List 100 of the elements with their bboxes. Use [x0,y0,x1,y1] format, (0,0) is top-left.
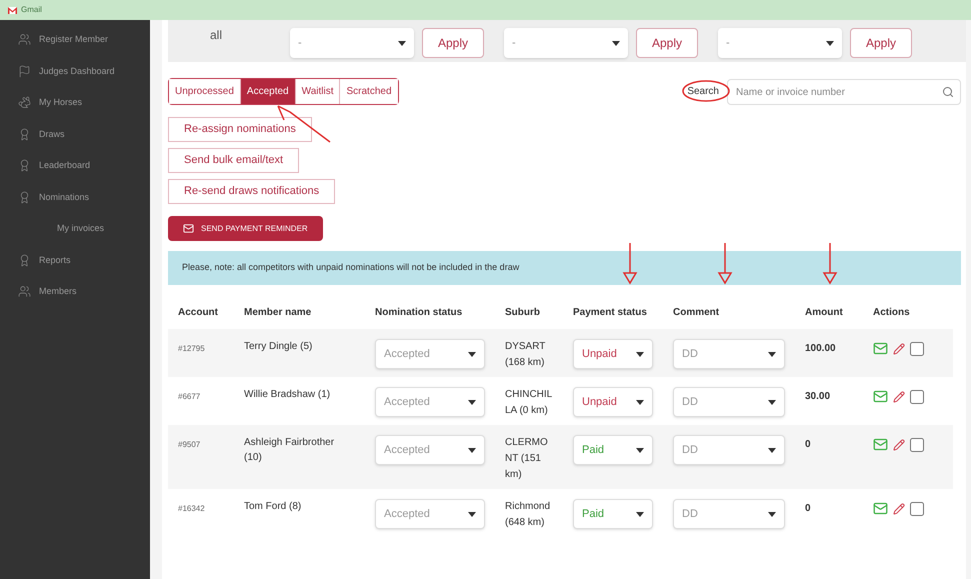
table-cell-text: DYSART (168 km) [505,340,546,370]
comment-select[interactable]: DD [673,387,785,417]
comment-select[interactable]: DD [673,339,785,369]
notice-banner: Please, note: all competitors with unpaid nominations will not be included in the draw [168,251,961,285]
edit-icon[interactable] [893,438,905,450]
search-field[interactable]: Name or invoice number [727,79,961,105]
sidebar-item[interactable]: Draws [0,118,150,150]
filter-select[interactable]: - [504,28,628,58]
sidebar-icon [18,254,31,267]
sidebar-icon [18,190,31,204]
table-cell-text: Tom Ford (8) [244,500,302,514]
sidebar-icon [18,159,31,172]
comment-select[interactable]: DD [673,499,785,529]
row-checkbox[interactable] [910,342,924,356]
nomination-select[interactable]: Accepted [375,339,485,369]
caret-icon [468,352,476,356]
column-header: Suburb [495,295,563,329]
caret-icon [826,40,834,46]
payment-select[interactable]: Paid [573,435,653,465]
send-mail-icon[interactable] [873,389,888,404]
sidebar-icon [18,64,31,78]
caret-icon [636,352,644,356]
nomination-select[interactable]: Accepted [375,435,485,465]
bookmark-link[interactable]: Gmail [8,4,42,16]
annotation-arrow [717,243,733,285]
action-button[interactable]: Re-assign nominations [168,117,312,142]
edit-icon[interactable] [893,502,905,514]
caret-icon [768,512,776,516]
table-cell: 30.00 [805,391,830,402]
row-checkbox[interactable] [910,390,924,404]
comment-select[interactable]: DD [673,435,785,465]
row-checkbox[interactable] [910,438,924,452]
sidebar-item[interactable]: Members [0,276,150,308]
action-button[interactable]: Re-send draws notifications [168,179,336,204]
table-cell: 0 [805,503,811,514]
caret-icon [636,512,644,516]
send-mail-icon[interactable] [873,341,888,356]
edit-icon[interactable] [893,342,905,354]
annotation-arrow [622,243,638,285]
column-header: Member name [234,295,365,329]
mail-icon [183,223,194,234]
sidebar-item[interactable]: Leaderboard [0,150,150,182]
send-reminder-button[interactable]: SEND PAYMENT REMINDER [168,216,323,241]
apply-button[interactable]: Apply [850,28,912,58]
table-cell-text: Richmond (648 km) [505,500,552,530]
table-cell: 100.00 [805,343,836,354]
caret-icon [612,40,620,46]
row-checkbox[interactable] [910,502,924,516]
sidebar-item[interactable]: Judges Dashboard [0,56,150,87]
nomination-select[interactable]: Accepted [375,499,485,529]
annotation-circle [681,79,731,103]
filter-select[interactable]: - [290,28,414,58]
table-cell: #6677 [178,392,200,401]
edit-icon[interactable] [893,390,905,402]
caret-icon [768,352,776,356]
sidebar-item[interactable]: Reports [0,244,150,276]
table-cell-text: Terry Dingle (5) [244,340,314,354]
send-mail-icon[interactable] [873,501,888,516]
caret-icon [468,512,476,516]
apply-button[interactable]: Apply [636,28,698,58]
payment-select[interactable]: Paid [573,499,653,529]
sidebar-item[interactable]: Nominations [0,182,150,213]
filter-select[interactable]: - [718,28,842,58]
caret-icon [636,400,644,404]
column-header: Actions [863,295,953,329]
nomination-select[interactable]: Accepted [375,387,485,417]
table-cell-text: Ashleigh Fairbrother (10) [244,436,336,465]
sidebar-item[interactable]: Register Member [0,24,150,56]
caret-icon [468,448,476,452]
table-cell: #16342 [178,504,205,513]
table-cell-text: Willie Bradshaw (1) [244,388,332,402]
table-cell: 0 [805,439,811,450]
column-header: Account [168,295,234,329]
column-header: Payment status [563,295,663,329]
sidebar-icon [18,96,31,110]
mail-icon [8,6,17,14]
table-cell: #12795 [178,344,205,353]
apply-button[interactable]: Apply [422,28,484,58]
annotation-arrow [822,243,838,285]
search-icon [942,86,954,98]
send-mail-icon[interactable] [873,437,888,452]
table-cell-text: CLERMONT (151 km) [505,436,549,482]
status-tab[interactable]: Unprocessed [169,79,241,104]
sidebar-subitem[interactable]: My invoices [0,213,150,244]
column-header: Nomination status [365,295,495,329]
sidebar-icon [18,128,31,141]
payment-select[interactable]: Unpaid [573,387,653,417]
sidebar-icon [18,33,31,46]
caret-icon [768,400,776,404]
column-header: Comment [663,295,795,329]
table-cell: #9507 [178,440,200,449]
action-button[interactable]: Send bulk email/text [168,148,300,173]
table-cell-text: CHINCHILLA (0 km) [505,388,553,418]
sidebar-icon [18,285,31,298]
caret-icon [398,40,406,46]
status-tab[interactable]: Accepted [240,79,296,104]
payment-select[interactable]: Unpaid [573,339,653,369]
filter-label: all [210,27,224,44]
column-header: Amount [795,295,863,329]
sidebar-item[interactable]: My Horses [0,87,150,118]
